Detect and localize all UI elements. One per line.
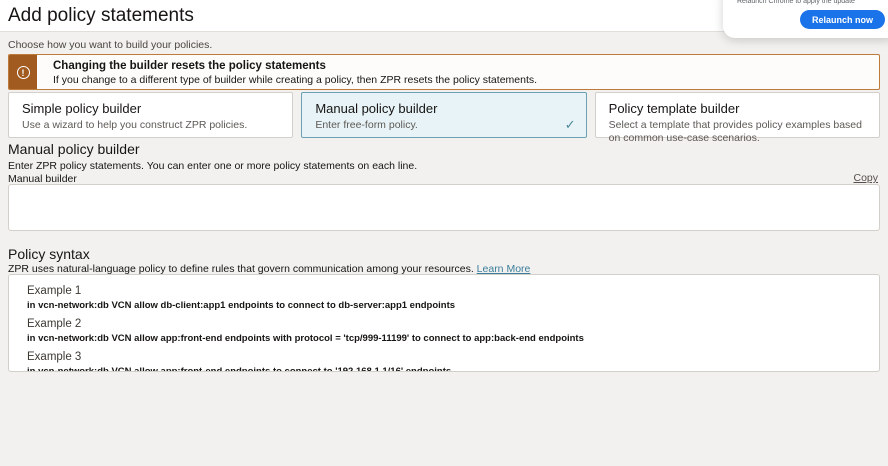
- warning-body: If you change to a different type of bui…: [53, 74, 537, 87]
- card-description: Select a template that provides policy e…: [609, 119, 866, 144]
- relaunch-now-button[interactable]: Relaunch now: [800, 10, 885, 29]
- card-simple-policy-builder[interactable]: Simple policy builder Use a wizard to he…: [8, 92, 293, 138]
- warning-texts: Changing the builder resets the policy s…: [37, 55, 537, 89]
- example-1-statement: in vcn-network:db VCN allow db-client:ap…: [27, 300, 879, 312]
- example-2-statement: in vcn-network:db VCN allow app:front-en…: [27, 333, 879, 345]
- warning-title: Changing the builder resets the policy s…: [53, 59, 537, 74]
- card-description: Enter free-form policy.: [315, 119, 572, 132]
- example-1-label: Example 1: [27, 284, 879, 298]
- warning-banner: ! Changing the builder resets the policy…: [8, 54, 880, 90]
- card-title: Manual policy builder: [315, 100, 572, 117]
- page-title: Add policy statements: [8, 5, 194, 27]
- example-3-statement: in vcn-network:db VCN allow app:front-en…: [27, 366, 879, 372]
- manual-builder-description: Enter ZPR policy statements. You can ent…: [8, 160, 417, 172]
- policy-examples-box: Example 1 in vcn-network:db VCN allow db…: [8, 274, 880, 372]
- page-subtitle: Choose how you want to build your polici…: [8, 39, 212, 51]
- add-policy-statements-page: Add policy statements Choose how you wan…: [0, 0, 888, 466]
- card-title: Simple policy builder: [22, 100, 279, 117]
- card-description: Use a wizard to help you construct ZPR p…: [22, 119, 279, 132]
- builder-cards-row: Simple policy builder Use a wizard to he…: [8, 92, 880, 138]
- manual-builder-heading: Manual policy builder: [8, 141, 140, 157]
- card-manual-policy-builder[interactable]: Manual policy builder Enter free-form po…: [301, 92, 586, 138]
- checkmark-icon: ✓: [565, 117, 576, 133]
- warning-icon-block: !: [9, 55, 37, 89]
- copy-link[interactable]: Copy: [853, 172, 878, 184]
- example-2-label: Example 2: [27, 317, 879, 331]
- update-popup-message: Relaunch Chrome to apply the update: [737, 0, 887, 5]
- card-policy-template-builder[interactable]: Policy template builder Select a templat…: [595, 92, 880, 138]
- manual-builder-textarea[interactable]: [8, 184, 880, 231]
- policy-syntax-heading: Policy syntax: [8, 246, 90, 262]
- card-title: Policy template builder: [609, 100, 866, 117]
- exclamation-circle-icon: !: [17, 66, 30, 79]
- browser-update-popup: Relaunch Chrome to apply the update Rela…: [723, 0, 888, 38]
- example-3-label: Example 3: [27, 350, 879, 364]
